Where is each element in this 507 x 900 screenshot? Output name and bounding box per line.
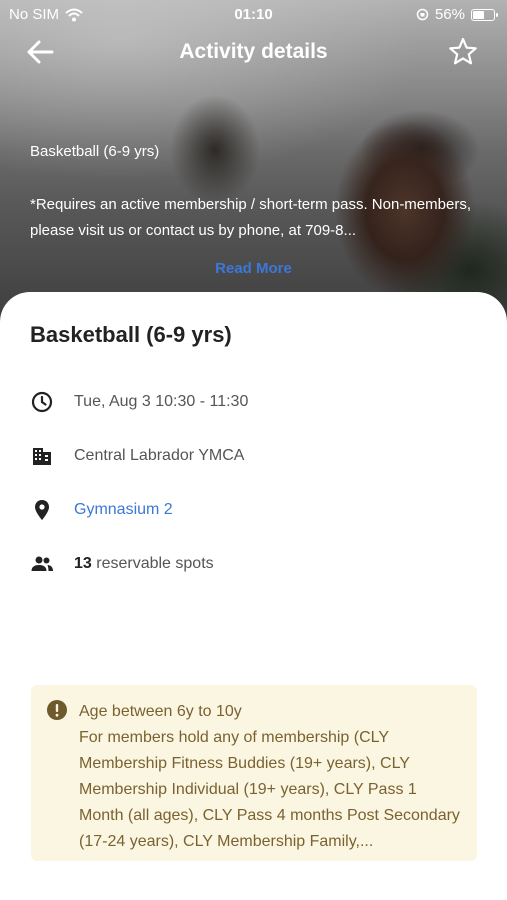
room-link[interactable]: Gymnasium 2: [74, 501, 173, 519]
age-requirement: Age between 6y to 10y: [79, 703, 242, 720]
orientation-lock-icon: [416, 8, 429, 21]
reservable-spots: 13 reservable spots: [74, 555, 214, 573]
map-pin-icon: [30, 498, 54, 522]
battery-percent: 56%: [434, 6, 465, 23]
facility-name: Central Labrador YMCA: [74, 447, 245, 464]
datetime-row: Tue, Aug 3 10:30 - 11:30: [30, 390, 248, 414]
battery-icon: [471, 8, 498, 21]
membership-requirement: For members hold any of membership (CLY …: [79, 729, 460, 850]
location-row: Central Labrador YMCA: [30, 444, 244, 468]
star-outline-icon[interactable]: [447, 36, 479, 68]
page-title: Activity details: [179, 40, 328, 63]
hero-activity-name: Basketball (6-9 yrs): [30, 143, 160, 160]
spots-label: reservable spots: [91, 555, 214, 572]
eligibility-notice: Age between 6y to 10y For members hold a…: [31, 685, 477, 861]
activity-title: Basketball (6-9 yrs): [30, 322, 232, 347]
status-right: 56%: [416, 6, 498, 23]
exclamation-circle-icon: [47, 700, 67, 720]
room-row[interactable]: Gymnasium 2: [30, 498, 173, 522]
details-sheet: Basketball (6-9 yrs) Tue, Aug 3 10:30 - …: [0, 292, 507, 900]
hero-description: *Requires an active membership / short-t…: [30, 196, 471, 239]
read-more-link[interactable]: Read More: [0, 260, 507, 277]
top-nav-bar: Activity details: [0, 30, 507, 74]
status-bar: No SIM 01:10 56%: [0, 0, 507, 28]
spots-count: 13: [74, 555, 92, 572]
clock-icon: [30, 390, 54, 414]
building-icon: [30, 444, 54, 468]
activity-datetime: Tue, Aug 3 10:30 - 11:30: [74, 393, 249, 410]
people-icon: [30, 552, 54, 576]
spots-row: 13 reservable spots: [30, 552, 214, 576]
